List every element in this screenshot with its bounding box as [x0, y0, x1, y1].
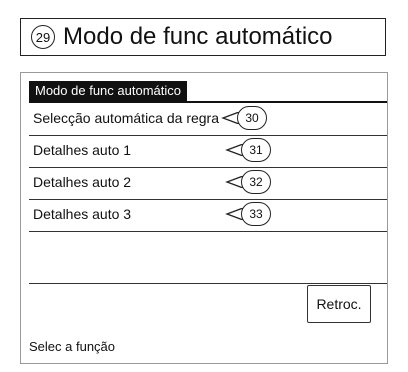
screen-title: 29 Modo de func automático — [20, 18, 386, 56]
menu-item-auto-details-2[interactable]: Detalhes auto 2 32 — [29, 167, 387, 200]
callout-marker: 31 — [225, 138, 271, 162]
callout-bubble: 33 — [241, 202, 271, 226]
menu-panel: Modo de func automático Selecção automát… — [20, 72, 388, 364]
callout-marker: 32 — [225, 170, 271, 194]
callout-marker: 30 — [221, 106, 267, 130]
callout-marker: 33 — [225, 202, 271, 226]
menu-item-label: Selecção automática da regra — [33, 110, 219, 126]
callout-bubble: 30 — [237, 106, 267, 130]
screen-title-text: Modo de func automático — [63, 23, 333, 50]
back-button[interactable]: Retroc. — [307, 285, 371, 323]
menu-item-label: Detalhes auto 2 — [33, 174, 132, 190]
callout-bubble: 31 — [241, 138, 271, 162]
menu-item-auto-details-1[interactable]: Detalhes auto 1 31 — [29, 135, 387, 168]
panel-header: Modo de func automático — [29, 81, 187, 101]
callout-bubble: 32 — [241, 170, 271, 194]
menu-item-label: Detalhes auto 1 — [33, 142, 132, 158]
status-message: Selec a função — [29, 339, 116, 354]
callout-number-badge: 29 — [31, 25, 55, 49]
menu-item-auto-rule-selection[interactable]: Selecção automática da regra 30 — [29, 103, 387, 136]
menu-item-label: Detalhes auto 3 — [33, 206, 132, 222]
menu-item-auto-details-3[interactable]: Detalhes auto 3 33 — [29, 199, 387, 232]
menu-item-empty — [29, 231, 387, 284]
